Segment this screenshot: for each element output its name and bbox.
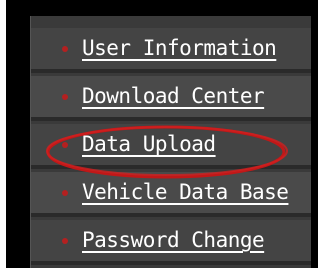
bullet-icon [62,142,68,148]
menu-frame: User Information Download Center Data Up… [6,0,318,268]
bullet-icon [62,238,68,244]
menu-item-vehicle-data-base[interactable]: Vehicle Data Base [31,172,311,217]
menu-item-label[interactable]: Data Upload [82,130,216,158]
navigation-menu: User Information Download Center Data Up… [30,16,311,268]
menu-item-password-change[interactable]: Password Change [31,220,311,265]
bullet-icon [62,46,68,52]
menu-item-download-center[interactable]: Download Center [31,76,311,121]
bullet-icon [62,190,68,196]
menu-item-label[interactable]: Password Change [82,226,265,254]
menu-item-label[interactable]: User Information [82,34,277,62]
menu-item-label[interactable]: Download Center [82,82,265,110]
menu-item-user-information[interactable]: User Information [31,28,311,73]
bullet-icon [62,94,68,100]
menu-item-data-upload[interactable]: Data Upload [31,124,311,169]
menu-item-label[interactable]: Vehicle Data Base [82,178,289,206]
